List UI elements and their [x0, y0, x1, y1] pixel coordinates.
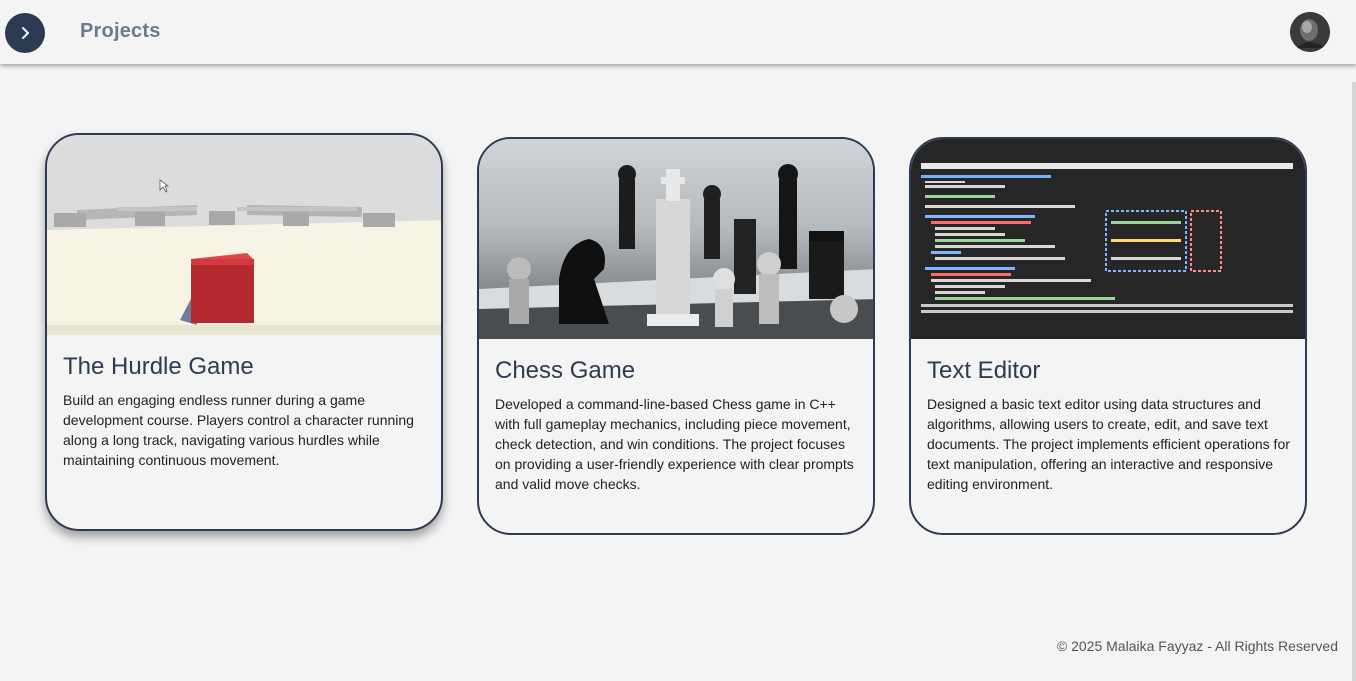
- project-description: Developed a command-line-based Chess gam…: [495, 396, 854, 492]
- chess-game-image: [479, 139, 873, 339]
- project-title: Text Editor: [927, 357, 1041, 384]
- sidebar-toggle-button[interactable]: [5, 13, 45, 53]
- page-title: Projects: [80, 20, 161, 42]
- project-card-hurdle-game[interactable]: The Hurdle Game Build an engaging endles…: [45, 133, 443, 531]
- project-title: The Hurdle Game: [63, 353, 254, 380]
- page-scrollbar[interactable]: [1352, 82, 1356, 681]
- project-card-chess-game[interactable]: Chess Game Developed a command-line-base…: [477, 137, 875, 535]
- project-title: Chess Game: [495, 357, 636, 384]
- text-editor-image: [911, 139, 1305, 339]
- hurdle-game-image: [47, 135, 441, 335]
- user-avatar[interactable]: [1290, 12, 1330, 52]
- project-card-text-editor[interactable]: Text Editor Designed a basic text editor…: [909, 137, 1307, 535]
- project-description: Build an engaging endless runner during …: [63, 392, 414, 468]
- footer-copyright: © 2025 Malaika Fayyaz - All Rights Reser…: [1056, 638, 1338, 654]
- project-description: Designed a basic text editor using data …: [927, 396, 1290, 492]
- top-app-bar: Projects: [0, 0, 1356, 64]
- chevron-right-icon: [22, 27, 29, 39]
- avatar-image: [1290, 12, 1330, 52]
